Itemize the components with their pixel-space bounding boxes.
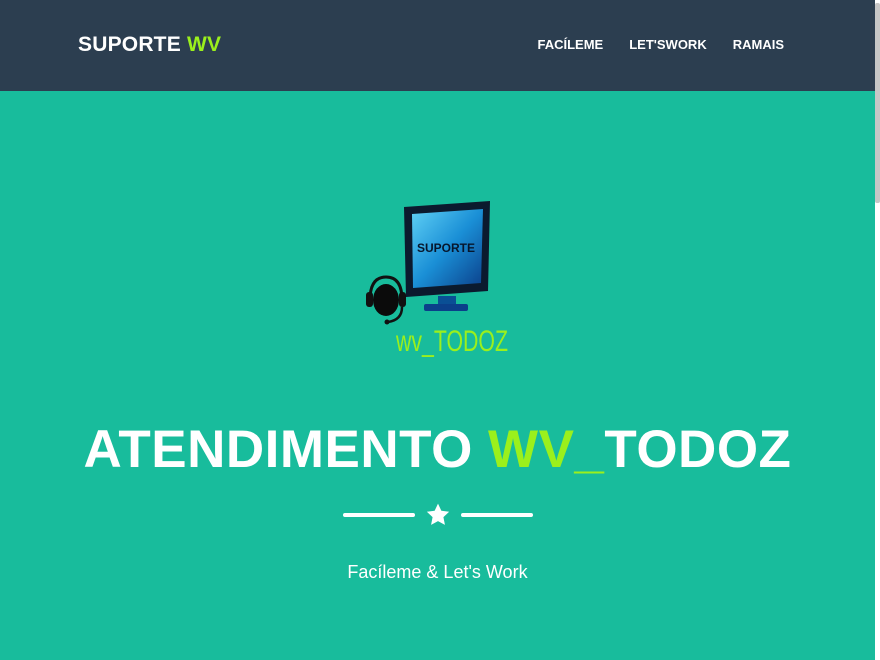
divider-line-left: [343, 513, 415, 517]
star-divider: [343, 501, 533, 531]
nav-link-facileme[interactable]: FACÍLEME: [538, 37, 604, 52]
nav-link-letswork[interactable]: LET'SWORK: [629, 37, 706, 52]
headline-main: ATENDIMENTO: [83, 420, 473, 479]
hero-section: SUPORTE wv_TODOZ ATENDIMENTO WV_TODOZ Fa…: [0, 91, 875, 660]
headset-icon: [366, 275, 406, 325]
hero-tagline: Facíleme & Let's Work: [347, 562, 528, 582]
support-logo: SUPORTE wv_TODOZ: [366, 201, 508, 358]
top-navbar: SUPORTE WV FACÍLEME LET'SWORK RAMAIS: [0, 0, 875, 91]
page-scrollbar[interactable]: [875, 0, 880, 660]
brand-main-text: SUPORTE: [78, 33, 181, 56]
brand-link[interactable]: SUPORTE WV: [78, 33, 221, 57]
headline-tail: TODOZ: [604, 420, 792, 479]
scrollbar-thumb[interactable]: [875, 3, 880, 203]
logo-caption: wv_TODOZ: [395, 325, 508, 358]
star-icon: [426, 503, 450, 525]
headline-accent: WV_: [488, 420, 605, 479]
monitor-text: SUPORTE: [417, 241, 475, 255]
brand-accent-text: WV: [186, 33, 222, 56]
page-title: ATENDIMENTO WV_TODOZ: [0, 419, 875, 480]
divider-line-right: [461, 513, 533, 517]
monitor-icon: SUPORTE: [404, 201, 490, 311]
nav-link-ramais[interactable]: RAMAIS: [733, 37, 784, 52]
nav-menu: FACÍLEME LET'SWORK RAMAIS: [538, 37, 785, 52]
